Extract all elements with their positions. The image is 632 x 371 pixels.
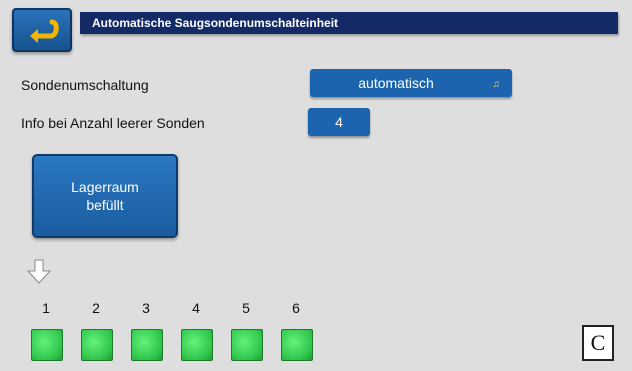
back-arrow-icon: [30, 19, 59, 43]
storage-filled-label: Lagerraum befüllt: [71, 179, 139, 213]
empty-probes-value-button[interactable]: 4: [308, 108, 370, 136]
probe-number: 6: [292, 300, 300, 316]
probe-status-indicator[interactable]: [31, 329, 63, 361]
down-arrow-icon: [26, 259, 52, 284]
probe-status-indicator[interactable]: [281, 329, 313, 361]
screen: Automatische Saugsondenumschalteinheit S…: [0, 0, 632, 371]
mode-value: automatisch: [358, 75, 434, 91]
page-title: Automatische Saugsondenumschalteinheit: [80, 12, 618, 34]
dropdown-icon: ♫: [492, 79, 501, 90]
probe-number: 4: [192, 300, 200, 316]
empty-probes-label: Info bei Anzahl leerer Sonden: [21, 115, 205, 131]
probe-number: 3: [142, 300, 150, 316]
probe-status-indicator[interactable]: [131, 329, 163, 361]
mode-label: Sondenumschaltung: [21, 77, 149, 93]
probe-status-indicator[interactable]: [181, 329, 213, 361]
probe-number: 5: [242, 300, 250, 316]
probe-number: 1: [42, 300, 50, 316]
probe-status-indicator[interactable]: [81, 329, 113, 361]
back-button[interactable]: [12, 8, 72, 52]
probe-number: 2: [92, 300, 100, 316]
storage-filled-button[interactable]: Lagerraum befüllt: [32, 154, 178, 238]
mode-select[interactable]: automatisch ♫: [310, 69, 512, 97]
c-button[interactable]: C: [582, 325, 614, 361]
probe-status-indicator[interactable]: [231, 329, 263, 361]
